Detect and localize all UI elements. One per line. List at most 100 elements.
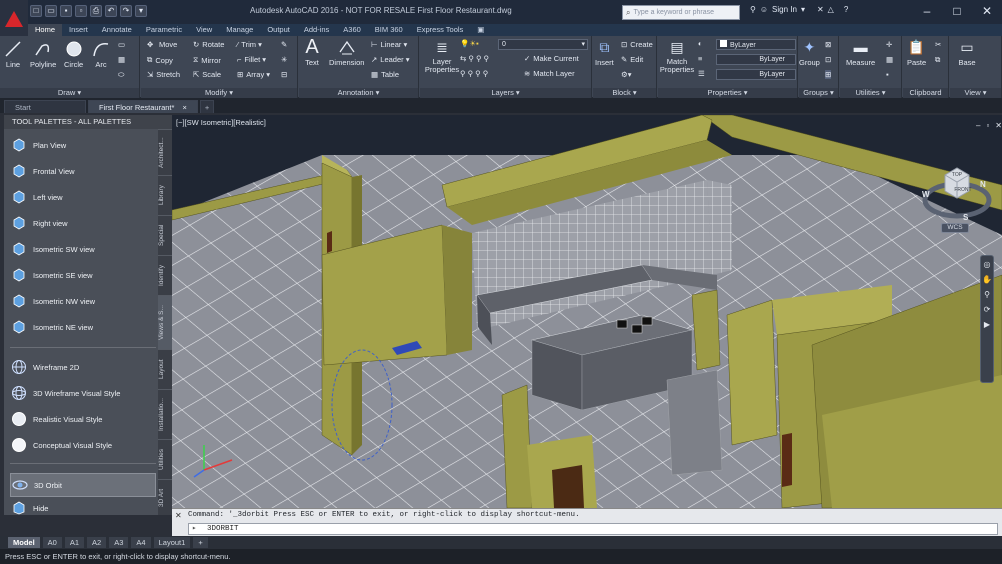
palette-item-hide[interactable]: Hide bbox=[10, 501, 156, 515]
trim-button[interactable]: ⁄ Trim ▾ bbox=[237, 40, 262, 49]
binoculars-icon[interactable]: ⚲ bbox=[750, 5, 756, 14]
fillet-button[interactable]: ⌐ Fillet ▾ bbox=[237, 55, 266, 64]
ribbon-toggle-icon[interactable]: ▣ bbox=[470, 24, 491, 36]
draw-panel-title[interactable]: Draw ▾ bbox=[0, 88, 139, 98]
close-icon[interactable]: ✕ bbox=[972, 2, 1002, 20]
drawing-viewport[interactable]: [−][SW Isometric][Realistic] – ▫ ✕ TOP F… bbox=[172, 115, 1002, 508]
circle-button[interactable]: Circle bbox=[64, 40, 83, 69]
layers-panel-title[interactable]: Layers ▾ bbox=[420, 88, 591, 98]
edit-block-button[interactable]: ✎ Edit bbox=[621, 55, 643, 64]
line-button[interactable]: Line bbox=[4, 40, 22, 69]
array-button[interactable]: ⊞ Array ▾ bbox=[237, 70, 270, 79]
new-icon[interactable]: □ bbox=[30, 5, 42, 17]
doc-tab-first-floor[interactable]: First Floor Restaurant* × bbox=[88, 100, 198, 113]
lineweight-dropdown[interactable]: ByLayer bbox=[716, 69, 796, 80]
close-cmd-icon[interactable]: ✕ bbox=[175, 511, 182, 520]
palette-item-iso-ne[interactable]: Isometric NE view bbox=[10, 315, 156, 339]
move-button[interactable]: ✥ Move bbox=[147, 40, 177, 49]
layout-tab-layout1[interactable]: Layout1 bbox=[153, 537, 191, 548]
palette-item-wireframe-2d[interactable]: Wireframe 2D bbox=[10, 355, 156, 379]
doc-tab-start[interactable]: Start bbox=[4, 100, 86, 113]
arc-button[interactable]: Arc bbox=[92, 40, 110, 69]
showmotion-icon[interactable]: ▶ bbox=[981, 320, 993, 329]
tab-addins[interactable]: Add-ins bbox=[297, 24, 336, 36]
palette-item-3d-wireframe[interactable]: 3D Wireframe Visual Style bbox=[10, 381, 156, 405]
side-tab-utilities[interactable]: Utilities bbox=[158, 439, 172, 479]
tab-parametric[interactable]: Parametric bbox=[139, 24, 189, 36]
text-button[interactable]: A Text bbox=[303, 36, 321, 68]
palette-item-conceptual[interactable]: Conceptual Visual Style bbox=[10, 433, 156, 457]
palette-item-right-view[interactable]: Right view bbox=[10, 211, 156, 235]
modify-panel-title[interactable]: Modify ▾ bbox=[141, 88, 297, 98]
palette-item-frontal-view[interactable]: Frontal View bbox=[10, 159, 156, 183]
layer-tools-row1[interactable]: ⇆ ⚲ ⚲ ⚲ bbox=[460, 54, 489, 63]
leader-button[interactable]: ↗ Leader ▾ bbox=[371, 55, 410, 64]
undo-icon[interactable]: ↶ bbox=[105, 5, 117, 17]
app-menu-button[interactable] bbox=[0, 0, 28, 38]
layout-tab-a3[interactable]: A3 bbox=[109, 537, 129, 548]
steering-wheel-icon[interactable]: ◎ bbox=[981, 260, 993, 269]
viewcube[interactable]: TOP FRONT N W S WCS bbox=[917, 155, 997, 235]
redo-icon[interactable]: ↷ bbox=[120, 5, 132, 17]
tab-a360[interactable]: A360 bbox=[336, 24, 368, 36]
palette-item-left-view[interactable]: Left view bbox=[10, 185, 156, 209]
group-edit-icon[interactable]: ⊡ bbox=[825, 55, 831, 64]
side-tab-installation[interactable]: Installatio... bbox=[158, 389, 172, 439]
signin-link[interactable]: Sign In bbox=[772, 5, 797, 14]
saveas-icon[interactable]: ▫ bbox=[75, 5, 87, 17]
save-icon[interactable]: ▪ bbox=[60, 5, 72, 17]
signin-dropdown-icon[interactable]: ▾ bbox=[801, 5, 805, 14]
layout-tab-model[interactable]: Model bbox=[8, 537, 40, 548]
rectangle-icon[interactable]: ▭ bbox=[118, 40, 125, 49]
side-tab-library[interactable]: Library bbox=[158, 175, 172, 215]
print-icon[interactable]: ⎙ bbox=[90, 5, 102, 17]
group-select-icon[interactable]: ⊞ bbox=[825, 70, 832, 79]
match-properties-button[interactable]: ▤ Match Properties bbox=[658, 38, 696, 74]
base-button[interactable]: ▭ Base bbox=[958, 38, 976, 68]
rotate-button[interactable]: ↻ Rotate bbox=[193, 40, 224, 49]
color-dropdown[interactable]: ByLayer bbox=[716, 39, 796, 50]
properties-panel-title[interactable]: Properties ▾ bbox=[658, 88, 797, 98]
view-panel-title[interactable]: View ▾ bbox=[950, 88, 1001, 98]
layout-tab-a4[interactable]: A4 bbox=[131, 537, 151, 548]
command-input[interactable]: ▸ 3DORBIT bbox=[188, 523, 998, 535]
close-viewport-icon[interactable]: ✕ bbox=[995, 121, 1002, 130]
match-layer-button[interactable]: ≋ Match Layer bbox=[524, 69, 575, 78]
help-icon[interactable]: ? bbox=[844, 5, 848, 14]
wcs-menu[interactable]: WCS bbox=[941, 223, 969, 233]
palette-item-iso-nw[interactable]: Isometric NW view bbox=[10, 289, 156, 313]
cut-icon[interactable]: ✂ bbox=[935, 40, 941, 49]
tab-manage[interactable]: Manage bbox=[219, 24, 260, 36]
groups-panel-title[interactable]: Groups ▾ bbox=[799, 88, 838, 98]
connect-icon[interactable]: △ bbox=[828, 5, 834, 14]
block-attributes-icon[interactable]: ⚙▾ bbox=[621, 70, 632, 79]
copy-button[interactable]: ⧉ Copy bbox=[147, 55, 173, 65]
create-block-button[interactable]: ⊡ Create bbox=[621, 40, 653, 49]
polyline-button[interactable]: Polyline bbox=[30, 40, 56, 69]
insert-button[interactable]: ⧉ Insert bbox=[595, 38, 614, 68]
layout-tab-a2[interactable]: A2 bbox=[87, 537, 107, 548]
restore-viewport-icon[interactable]: ▫ bbox=[986, 121, 989, 130]
id-point-icon[interactable]: ▪ bbox=[886, 70, 889, 79]
viewport-controls-label[interactable]: [−][SW Isometric][Realistic] bbox=[176, 118, 266, 127]
close-tab-icon[interactable]: × bbox=[182, 103, 186, 112]
linear-button[interactable]: ⊢ Linear ▾ bbox=[371, 40, 407, 49]
side-tab-identify[interactable]: Identify bbox=[158, 255, 172, 295]
quick-select-icon[interactable]: ✛ bbox=[886, 40, 892, 49]
clipboard-panel-title[interactable]: Clipboard bbox=[903, 88, 948, 98]
minimize-viewport-icon[interactable]: – bbox=[976, 121, 980, 130]
linetype-dropdown[interactable]: ByLayer bbox=[716, 54, 796, 65]
explode-icon[interactable]: ✳ bbox=[281, 55, 287, 64]
stretch-button[interactable]: ⇲ Stretch bbox=[147, 70, 180, 79]
orbit-nav-icon[interactable]: ⟳ bbox=[981, 305, 993, 314]
palette-item-3d-orbit[interactable]: 3D Orbit bbox=[10, 473, 156, 497]
mirror-button[interactable]: ⧖ Mirror bbox=[193, 55, 221, 65]
block-panel-title[interactable]: Block ▾ bbox=[593, 88, 656, 98]
palette-item-plan-view[interactable]: Plan View bbox=[10, 133, 156, 157]
qat-dropdown-icon[interactable]: ▾ bbox=[135, 5, 147, 17]
layout-tab-a0[interactable]: A0 bbox=[42, 537, 62, 548]
hatch-icon[interactable]: ▦ bbox=[118, 55, 125, 64]
calculator-icon[interactable]: ▦ bbox=[886, 55, 893, 64]
side-tab-3d-art[interactable]: 3D Art bbox=[158, 479, 172, 515]
erase-icon[interactable]: ✎ bbox=[281, 40, 287, 49]
